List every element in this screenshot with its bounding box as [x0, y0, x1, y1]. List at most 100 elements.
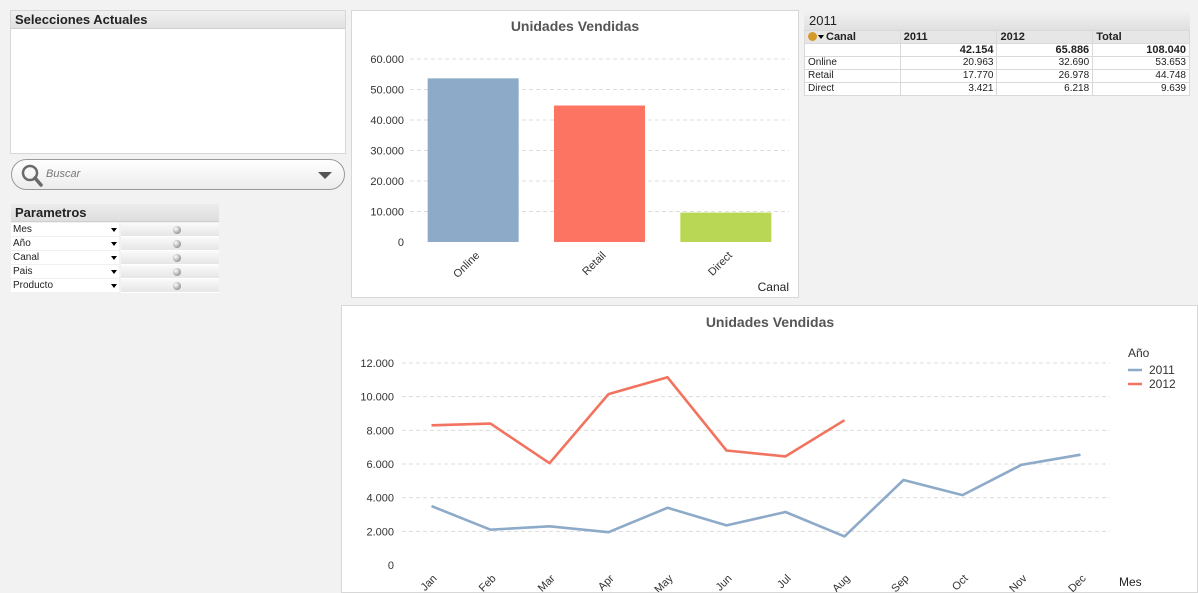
search-input[interactable]: Buscar [11, 159, 345, 190]
param-row-mes[interactable]: Mes [11, 223, 219, 237]
column-header-2011[interactable]: 2011 [899, 30, 998, 44]
x-tick-label: Apr [596, 572, 617, 592]
table-cell: 3.421 [899, 82, 998, 96]
param-value[interactable] [121, 251, 219, 265]
param-row-ano[interactable]: Año [11, 237, 219, 251]
table-header-row: Canal 2011 2012 Total [804, 30, 1190, 44]
y-tick-label: 20.000 [370, 176, 404, 188]
table-cell: 42.154 [899, 43, 998, 57]
table-cell: 32.690 [996, 56, 1094, 70]
param-value[interactable] [121, 279, 219, 293]
x-tick-label: Dec [1066, 572, 1089, 592]
sort-icon[interactable] [808, 32, 817, 41]
dropdown-icon[interactable] [111, 242, 117, 246]
y-tick-label: 8.000 [366, 425, 394, 437]
bar-online[interactable] [427, 78, 519, 242]
dropdown-icon[interactable] [818, 35, 824, 39]
pivot-table: Canal 2011 2012 Total 42.154 65.886 108.… [804, 30, 1190, 96]
param-row-pais[interactable]: Pais [11, 265, 219, 279]
y-tick-label: 0 [388, 560, 394, 572]
x-tick-label: Direct [706, 250, 735, 279]
dropdown-icon[interactable] [111, 228, 117, 232]
bar-chart-panel: Unidades Vendidas 0 10.000 20.000 30.000 40.0… [351, 10, 799, 298]
status-dot-icon [173, 282, 181, 290]
y-tick-label: 4.000 [366, 493, 394, 505]
y-tick-label: 10.000 [370, 207, 404, 219]
table-cell[interactable]: Online [804, 56, 901, 70]
bar-direct[interactable] [680, 212, 772, 242]
x-tick-label: Jan [419, 573, 440, 592]
y-tick-label: 6.000 [366, 459, 394, 471]
column-header-total[interactable]: Total [1092, 30, 1190, 44]
search-icon [21, 164, 43, 187]
chart-title: Unidades Vendidas [511, 18, 640, 34]
x-tick-label: Nov [1007, 572, 1030, 592]
param-label: Pais [11, 265, 119, 279]
bar-retail[interactable] [554, 105, 645, 242]
table-cell[interactable]: Retail [804, 69, 901, 83]
parametros-panel: Parametros Mes Año Canal Pais Producto [11, 204, 219, 294]
param-row-producto[interactable]: Producto [11, 279, 219, 293]
legend-label[interactable]: 2012 [1149, 377, 1176, 391]
parametros-title: Parametros [11, 204, 219, 222]
x-tick-label: Mar [536, 572, 558, 592]
y-tick-label: 2.000 [366, 526, 394, 538]
y-tick-label: 30.000 [370, 146, 404, 158]
line-chart: Unidades Vendidas 0 2.000 4.000 6.000 8.000 10… [360, 314, 1176, 592]
column-header-label: Canal [826, 31, 856, 43]
x-axis-label: Canal [758, 280, 789, 294]
table-row[interactable]: Online 20.963 32.690 53.653 [804, 56, 1190, 70]
legend-title: Año [1128, 346, 1150, 360]
legend-label[interactable]: 2011 [1149, 363, 1175, 377]
param-value[interactable] [121, 265, 219, 279]
series-line-2012[interactable] [431, 376, 846, 465]
table-cell: 20.963 [899, 56, 998, 70]
x-tick-label: Retail [580, 250, 608, 278]
chevron-down-icon[interactable] [318, 172, 332, 179]
table-cell: 108.040 [1092, 43, 1190, 57]
table-cell: 17.770 [899, 69, 998, 83]
y-tick-label: 10.000 [360, 392, 394, 404]
x-axis-label: Mes [1119, 575, 1142, 589]
x-tick-label: Jun [714, 573, 735, 592]
dropdown-icon[interactable] [111, 256, 117, 260]
table-cell: 26.978 [996, 69, 1094, 83]
table-cell[interactable]: Direct [804, 82, 901, 96]
x-tick-label: Sep [889, 573, 911, 592]
x-tick-label: Oct [950, 573, 971, 592]
column-header-canal[interactable]: Canal [804, 30, 901, 44]
table-cell: 6.218 [996, 82, 1094, 96]
bar-chart: Unidades Vendidas 0 10.000 20.000 30.000 40.0… [370, 18, 789, 294]
table-row[interactable]: Direct 3.421 6.218 9.639 [804, 82, 1190, 96]
search-placeholder: Buscar [46, 168, 81, 180]
param-value[interactable] [121, 237, 219, 251]
param-value[interactable] [121, 223, 219, 237]
x-tick-label: Jul [775, 573, 793, 591]
status-dot-icon [173, 240, 181, 248]
table-cell: 53.653 [1092, 56, 1190, 70]
dropdown-icon[interactable] [111, 284, 117, 288]
y-tick-label: 40.000 [370, 115, 404, 127]
table-total-row: 42.154 65.886 108.040 [804, 43, 1190, 57]
table-title: 2011 [804, 11, 1190, 30]
y-tick-label: 60.000 [370, 54, 404, 66]
table-cell: 65.886 [996, 43, 1094, 57]
table-cell [804, 43, 901, 57]
y-tick-label: 50.000 [370, 85, 404, 97]
column-header-2012[interactable]: 2012 [996, 30, 1094, 44]
dropdown-icon[interactable] [111, 270, 117, 274]
table-row[interactable]: Retail 17.770 26.978 44.748 [804, 69, 1190, 83]
param-label: Producto [11, 279, 119, 293]
line-chart-panel: Unidades Vendidas 0 2.000 4.000 6.000 8.000 10… [341, 305, 1198, 593]
status-dot-icon [173, 254, 181, 262]
param-row-canal[interactable]: Canal [11, 251, 219, 265]
y-tick-label: 0 [398, 237, 404, 249]
current-selections-panel: Selecciones Actuales [10, 10, 346, 154]
param-label: Mes [11, 223, 119, 237]
param-label: Año [11, 237, 119, 251]
y-tick-label: 12.000 [360, 358, 394, 370]
table-cell: 9.639 [1092, 82, 1190, 96]
table-cell: 44.748 [1092, 69, 1190, 83]
x-tick-label: Aug [830, 573, 852, 592]
series-line-2011[interactable] [431, 453, 1081, 538]
